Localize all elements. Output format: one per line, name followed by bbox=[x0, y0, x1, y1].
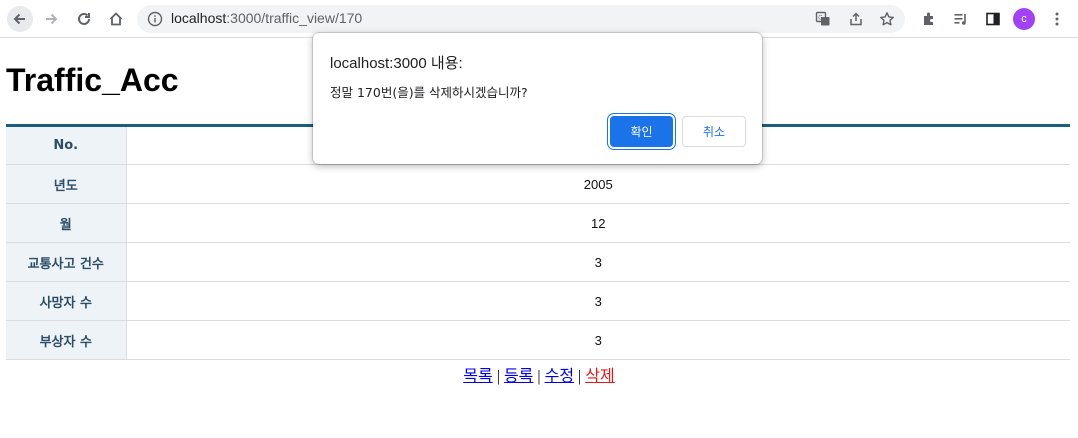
table-row: 월 12 bbox=[6, 203, 1070, 243]
row-label: 교통사고 건수 bbox=[6, 242, 127, 282]
row-value: 3 bbox=[126, 281, 1070, 321]
extensions-icon[interactable] bbox=[916, 6, 942, 32]
dialog-message: 정말 170번(을)를 삭제하시겠습니까? bbox=[330, 85, 528, 100]
info-icon[interactable] bbox=[147, 11, 163, 27]
dialog-title: localhost:3000 내용: bbox=[330, 55, 463, 72]
reload-icon bbox=[78, 12, 90, 25]
row-label: 년도 bbox=[6, 164, 127, 204]
action-links: 목록 | 등록 | 수정 | 삭제 bbox=[0, 362, 1078, 386]
table-row: 교통사고 건수 3 bbox=[6, 242, 1070, 282]
row-label: 사망자 수 bbox=[6, 281, 127, 321]
row-value: 3 bbox=[126, 242, 1070, 282]
svg-text:G: G bbox=[818, 16, 823, 22]
confirm-cancel-button[interactable]: 취소 bbox=[682, 116, 746, 147]
reload-button[interactable] bbox=[71, 6, 97, 32]
profile-avatar[interactable]: c bbox=[1013, 8, 1035, 30]
home-icon bbox=[109, 12, 123, 26]
arrow-left-icon bbox=[13, 13, 25, 25]
register-link[interactable]: 등록 bbox=[504, 368, 533, 385]
row-label: 부상자 수 bbox=[6, 320, 127, 360]
media-controls-icon[interactable] bbox=[948, 6, 974, 32]
more-menu-icon[interactable] bbox=[1044, 6, 1070, 32]
row-value: 12 bbox=[126, 203, 1070, 243]
row-value: 2005 bbox=[126, 164, 1070, 204]
table-row: 부상자 수 3 bbox=[6, 320, 1070, 360]
forward-button[interactable] bbox=[38, 6, 64, 32]
row-value: 3 bbox=[126, 320, 1070, 360]
share-icon[interactable] bbox=[847, 10, 865, 28]
page-title: Traffic_Acc bbox=[6, 62, 179, 98]
list-link[interactable]: 목록 bbox=[463, 368, 492, 385]
arrow-right-icon bbox=[46, 13, 58, 25]
link-separator: | bbox=[537, 368, 541, 385]
row-label: No. bbox=[6, 125, 127, 165]
side-panel-icon[interactable] bbox=[980, 6, 1006, 32]
link-separator: | bbox=[578, 368, 582, 385]
home-button[interactable] bbox=[103, 6, 129, 32]
bookmark-star-icon[interactable] bbox=[878, 10, 896, 28]
delete-link[interactable]: 삭제 bbox=[585, 368, 614, 385]
table-row: 년도 2005 bbox=[6, 164, 1070, 204]
url-host: localhost bbox=[171, 10, 227, 26]
url-path: :3000/traffic_view/170 bbox=[226, 10, 363, 26]
url-text: localhost:3000/traffic_view/170 bbox=[171, 10, 362, 26]
confirm-ok-button[interactable]: 확인 bbox=[610, 116, 673, 147]
edit-link[interactable]: 수정 bbox=[545, 368, 574, 385]
address-bar[interactable]: localhost:3000/traffic_view/170 G bbox=[137, 5, 905, 33]
translate-icon[interactable]: G bbox=[814, 10, 832, 28]
row-label: 월 bbox=[6, 203, 127, 243]
confirm-dialog: localhost:3000 내용: 정말 170번(을)를 삭제하시겠습니까?… bbox=[313, 33, 762, 164]
link-separator: | bbox=[496, 368, 500, 385]
table-row: 사망자 수 3 bbox=[6, 281, 1070, 321]
back-button[interactable] bbox=[7, 6, 33, 32]
